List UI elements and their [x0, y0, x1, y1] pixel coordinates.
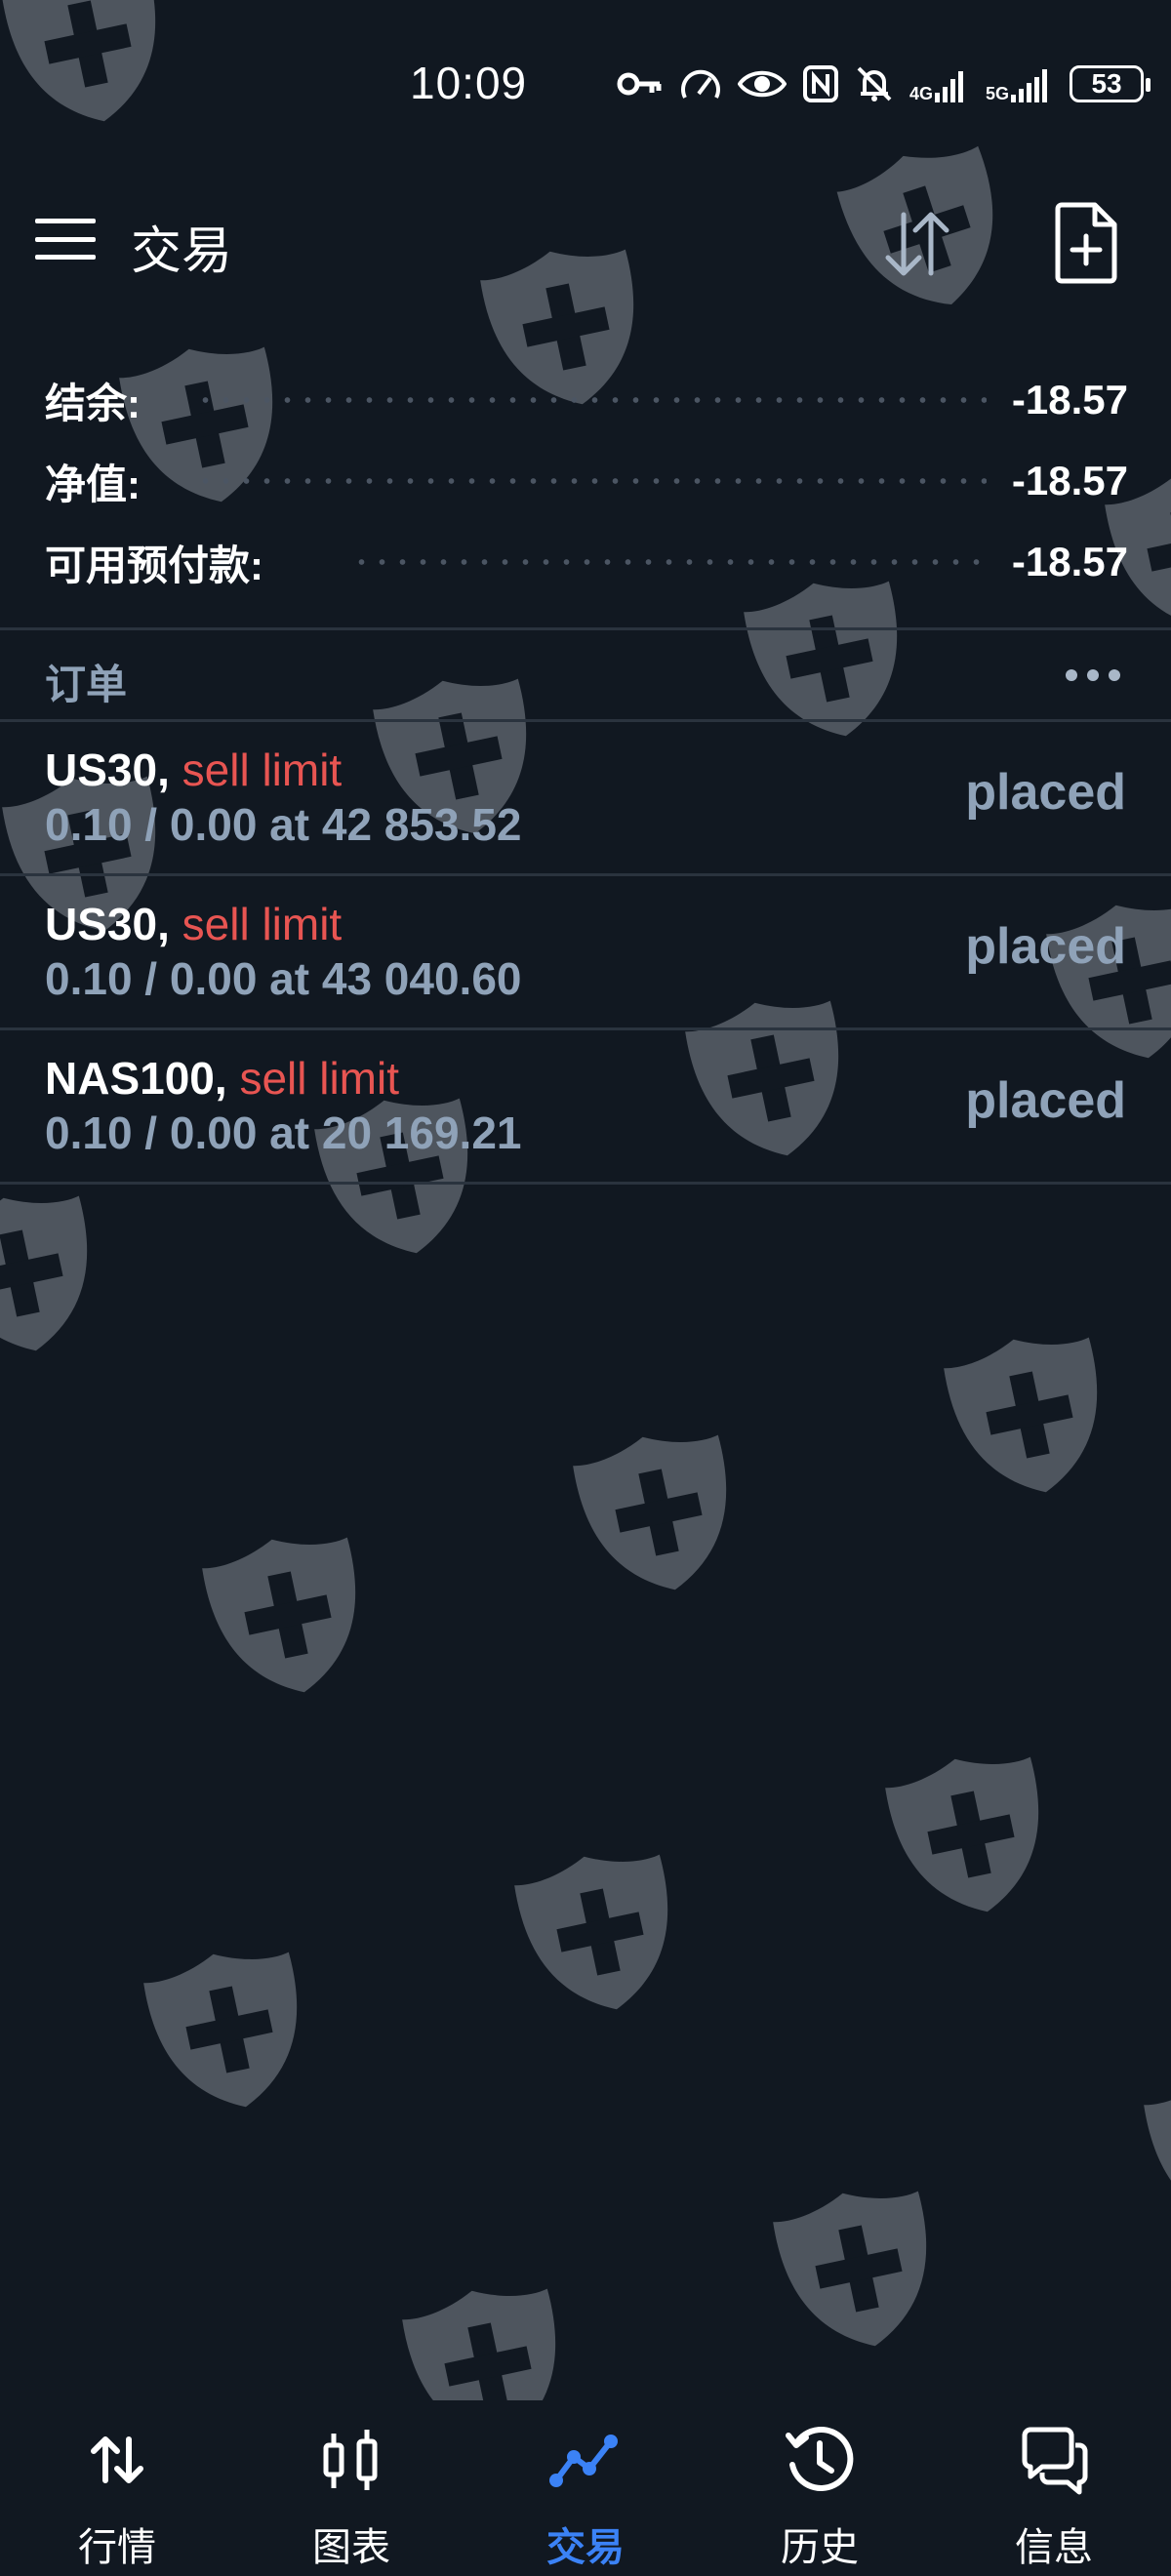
order-title: NAS100, sell limit [45, 1052, 399, 1105]
equity-value: -18.57 [1011, 458, 1128, 503]
order-status: placed [965, 918, 1126, 975]
orders-section-header: 订单 [0, 632, 1171, 720]
equity-label: 净值: [45, 461, 141, 507]
bell-off-icon [857, 66, 892, 101]
signal-bars-icon [1011, 69, 1048, 102]
network-type-label: 4G [909, 84, 934, 103]
order-row[interactable]: NAS100, sell limit 0.10 / 0.00 at 20 169… [0, 1030, 1171, 1185]
history-clock-icon [786, 2427, 854, 2491]
order-type: sell limit [182, 899, 343, 949]
dotted-leader [195, 478, 987, 484]
shield-watermark-icon [1140, 2060, 1171, 2245]
order-row[interactable]: US30, sell limit 0.10 / 0.00 at 43 040.6… [0, 876, 1171, 1030]
free-margin-row: 可用预付款: -18.57 [45, 533, 1128, 591]
order-title: US30, sell limit [45, 744, 342, 796]
app-bar: 交易 [0, 176, 1171, 302]
nav-item-trade[interactable]: 交易 [468, 2400, 703, 2576]
shield-watermark-icon [769, 2177, 949, 2362]
free-margin-value: -18.57 [1011, 539, 1128, 584]
order-row[interactable]: US30, sell limit 0.10 / 0.00 at 42 853.5… [0, 722, 1171, 876]
shield-watermark-icon [198, 1523, 378, 1709]
shield-watermark-icon [0, 1182, 109, 1367]
order-symbol: US30, [45, 899, 170, 949]
dotted-leader [351, 559, 987, 565]
nav-item-charts[interactable]: 图表 [234, 2400, 468, 2576]
candlestick-icon [323, 2430, 378, 2490]
nav-label: 图表 [312, 2526, 390, 2569]
order-title: US30, sell limit [45, 898, 342, 950]
trading-screen: 10:09 4G 5G 53 交易 结余: -18.57 净值: -18.57 … [0, 0, 1171, 2576]
nav-label: 历史 [781, 2526, 859, 2569]
order-status: placed [965, 1072, 1126, 1129]
signal-5g: 5G [986, 65, 1054, 102]
status-bar: 10:09 4G 5G 53 [0, 0, 1171, 146]
quotes-arrows-icon [91, 2436, 143, 2483]
nav-label: 交易 [546, 2526, 625, 2569]
shield-watermark-icon [140, 1938, 319, 2123]
free-margin-label: 可用预付款: [45, 542, 263, 588]
order-symbol: NAS100, [45, 1053, 227, 1104]
order-details: 0.10 / 0.00 at 43 040.60 [45, 953, 522, 1004]
status-icons: 4G 5G 53 [617, 60, 1151, 107]
balance-row: 结余: -18.57 [45, 371, 1128, 429]
nav-item-history[interactable]: 历史 [703, 2400, 937, 2576]
bottom-navigation: 行情 图表 交易 历史 信息 [0, 2400, 1171, 2576]
shield-watermark-icon [881, 1743, 1061, 1928]
divider [0, 627, 1171, 630]
sort-arrows-icon[interactable] [878, 205, 956, 283]
order-type: sell limit [239, 1053, 399, 1104]
equity-row: 净值: -18.57 [45, 452, 1128, 510]
hamburger-menu-icon[interactable] [35, 215, 96, 263]
nav-label: 信息 [1015, 2526, 1093, 2569]
order-type: sell limit [182, 745, 343, 795]
speedometer-icon [681, 69, 720, 99]
signal-bars-icon [935, 71, 964, 102]
status-time: 10:09 [410, 58, 528, 108]
shield-watermark-icon [510, 1840, 690, 2026]
network-type-label: 5G [986, 84, 1010, 103]
order-details: 0.10 / 0.00 at 20 169.21 [45, 1107, 522, 1158]
balance-value: -18.57 [1011, 377, 1128, 423]
key-icon [617, 72, 662, 96]
order-details: 0.10 / 0.00 at 42 853.52 [45, 799, 522, 850]
trade-trend-icon [549, 2435, 618, 2487]
messages-icon [1022, 2427, 1088, 2495]
new-order-icon[interactable] [1052, 201, 1120, 285]
orders-section-title: 订单 [45, 662, 128, 707]
balance-label: 结余: [45, 380, 141, 426]
nav-item-messages[interactable]: 信息 [937, 2400, 1171, 2576]
eye-icon [738, 70, 787, 98]
nav-item-quotes[interactable]: 行情 [0, 2400, 234, 2576]
nav-label: 行情 [78, 2526, 156, 2569]
signal-4g: 4G [909, 65, 970, 102]
more-options-icon[interactable] [1066, 669, 1120, 685]
dotted-leader [195, 397, 987, 403]
battery-indicator: 53 [1070, 65, 1151, 102]
order-status: placed [965, 764, 1126, 821]
shield-watermark-icon [569, 1421, 748, 1606]
nfc-icon [803, 65, 838, 102]
shield-watermark-icon [940, 1323, 1119, 1509]
order-symbol: US30, [45, 745, 170, 795]
row-divider [0, 1182, 1171, 1185]
page-title: 交易 [131, 223, 233, 280]
